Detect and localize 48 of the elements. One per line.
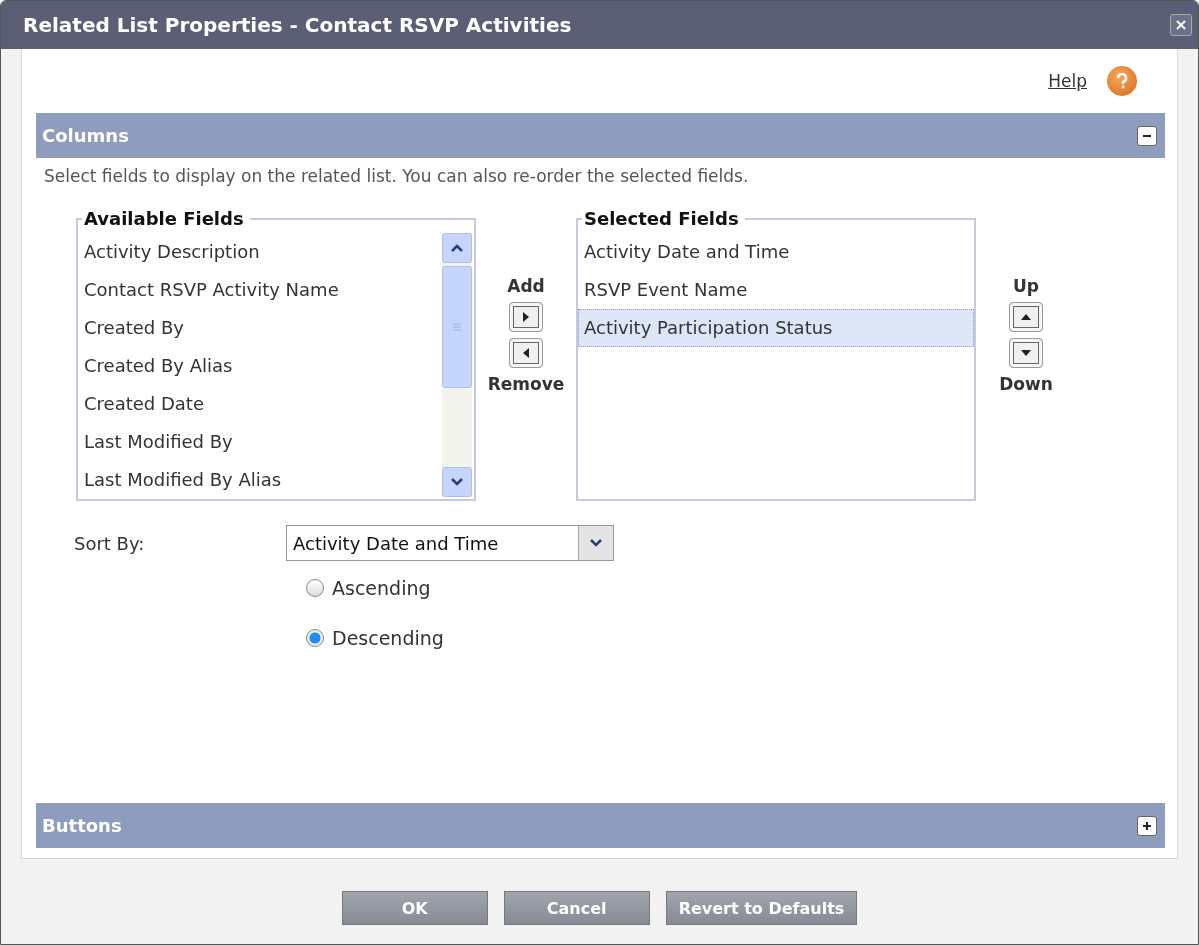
remove-label: Remove [487,374,565,394]
plus-icon [1141,819,1153,832]
scroll-thumb[interactable] [442,266,472,388]
close-icon [1176,20,1186,30]
list-item[interactable]: Created Date [78,385,442,423]
remove-button[interactable] [509,338,543,368]
list-item[interactable]: Activity Date and Time [578,233,974,271]
triangle-right-icon [521,312,531,322]
triangle-down-icon [1021,348,1031,358]
radio-label: Ascending [332,577,431,599]
sort-dropdown[interactable]: Activity Date and Time [286,525,614,561]
help-link[interactable]: Help [1048,71,1087,91]
list-item[interactable]: RSVP Event Name [578,271,974,309]
list-item[interactable]: Last Modified By Alias [78,461,442,499]
scrollbar[interactable] [442,233,472,497]
collapse-button[interactable] [1137,125,1157,146]
chevron-up-icon [450,243,464,253]
list-legend: Available Fields [82,208,250,229]
chevron-down-icon [589,538,603,548]
move-down-button[interactable] [1009,338,1043,368]
window-title: Related List Properties - Contact RSVP Activities [23,13,572,37]
list-item[interactable]: Last Modified By [78,423,442,461]
close-button[interactable] [1170,14,1192,36]
triangle-up-icon [1021,312,1031,322]
list-item[interactable]: Created By Alias [78,347,442,385]
expand-button[interactable] [1137,815,1157,836]
section-title: Buttons [42,815,122,836]
radio-button[interactable] [306,629,324,647]
section-title: Columns [42,125,129,146]
scroll-down-button[interactable] [442,467,472,497]
scroll-up-button[interactable] [442,233,472,263]
list-item[interactable]: Contact RSVP Activity Name [78,271,442,309]
triangle-left-icon [521,348,531,358]
radio-label: Descending [332,627,444,649]
list-item[interactable]: Created By [78,309,442,347]
list-item[interactable]: Activity Description [78,233,442,271]
up-label: Up [1013,276,1039,296]
move-up-button[interactable] [1009,302,1043,332]
help-icon[interactable] [1107,66,1137,96]
list-item[interactable]: Activity Participation Status [578,309,974,347]
radio-button[interactable] [306,579,324,597]
description-text: Select fields to display on the related list. You can also re-order the selected fields. [44,166,750,186]
list-legend: Selected Fields [582,208,745,229]
sort-by-label: Sort By: [74,532,146,554]
chevron-down-icon [450,477,464,487]
add-button[interactable] [509,302,543,332]
add-label: Add [507,276,545,296]
down-label: Down [999,374,1053,394]
